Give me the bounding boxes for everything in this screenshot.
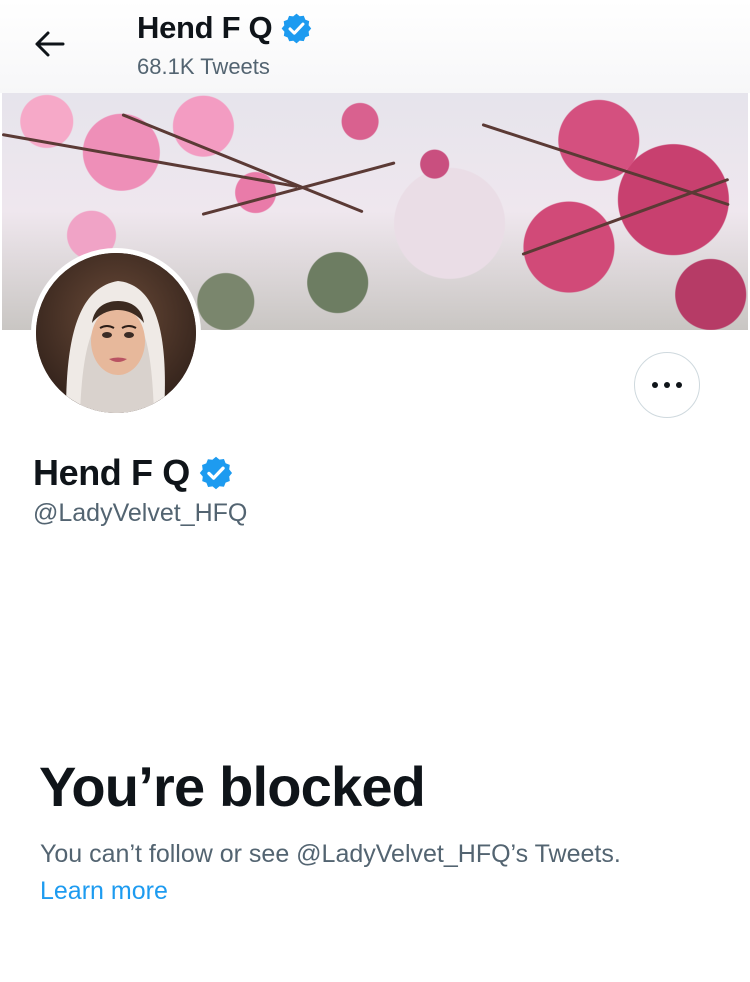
arrow-left-icon — [35, 31, 65, 57]
back-button[interactable] — [28, 26, 72, 62]
header-title: Hend F Q — [137, 10, 313, 46]
profile-name-row: Hend F Q — [33, 452, 234, 494]
header-name: Hend F Q — [137, 10, 273, 45]
profile-name: Hend F Q — [33, 452, 190, 493]
more-horizontal-icon — [652, 382, 682, 388]
avatar — [36, 253, 196, 413]
profile-handle: @LadyVelvet_HFQ — [33, 499, 248, 527]
profile-header: Hend F Q 68.1K Tweets — [0, 0, 750, 93]
profile-avatar[interactable] — [31, 248, 201, 418]
blocked-description: You can’t follow or see @LadyVelvet_HFQ’… — [40, 840, 621, 868]
more-options-button[interactable] — [634, 352, 700, 418]
blocked-title: You’re blocked — [39, 755, 426, 818]
tweet-count: 68.1K Tweets — [137, 54, 270, 79]
verified-badge-icon — [280, 12, 313, 45]
learn-more-link[interactable]: Learn more — [40, 877, 168, 906]
verified-badge-icon — [198, 455, 234, 491]
